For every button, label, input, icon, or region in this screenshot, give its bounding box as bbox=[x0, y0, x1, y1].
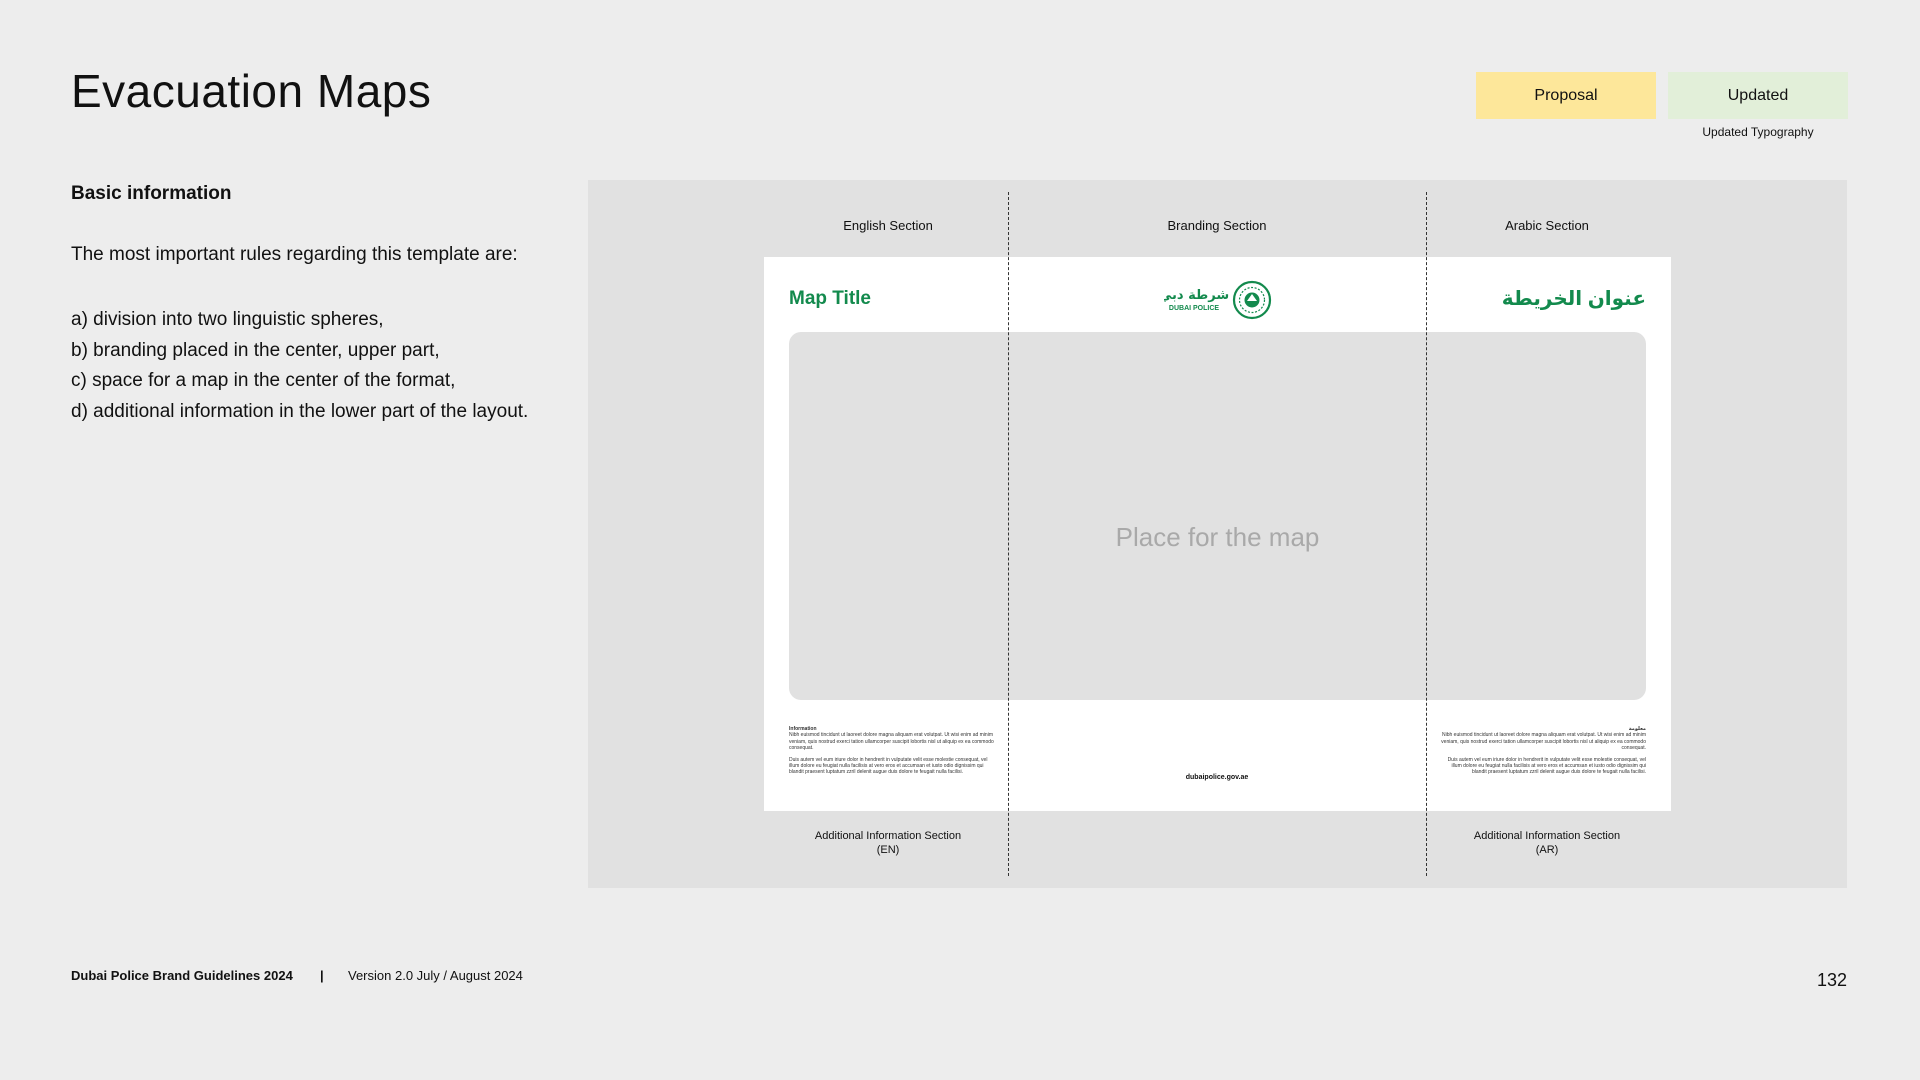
additional-info-en: Information Nibh euismod tincidunt ut la… bbox=[789, 726, 994, 781]
police-emblem-icon bbox=[1232, 280, 1272, 320]
dubai-police-logo: شرطة دبي DUBAI POLICE bbox=[1164, 280, 1272, 320]
additional-info-ar: معلومة Nibh euismod tincidunt ut laoreet… bbox=[1441, 726, 1646, 781]
updated-note: Updated Typography bbox=[1702, 125, 1814, 139]
info-paragraph: Nibh euismod tincidunt ut laoreet dolore… bbox=[1441, 732, 1646, 752]
rule-item: a) division into two linguistic spheres, bbox=[71, 309, 384, 330]
rule-item: b) branding placed in the center, upper … bbox=[71, 339, 440, 361]
status-badge-proposal: Proposal bbox=[1476, 72, 1656, 119]
label-line: Additional Information Section bbox=[1473, 830, 1621, 842]
info-paragraph: Duis autem vel eum iriure dolor in hendr… bbox=[1447, 756, 1646, 776]
rules-intro: The most important rules regarding this … bbox=[71, 244, 518, 265]
english-section-label: English Section bbox=[843, 218, 933, 233]
additional-info-section-en-label: Additional Information Section (EN) bbox=[778, 829, 998, 857]
rule-item: c) space for a map in the center of the … bbox=[71, 370, 456, 391]
map-placeholder-text: Place for the map bbox=[1115, 522, 1320, 552]
logo-arabic-text: شرطة دبي bbox=[1164, 288, 1229, 303]
additional-info-section-ar-label: Additional Information Section (AR) bbox=[1437, 829, 1657, 857]
status-badge-updated: Updated bbox=[1668, 72, 1848, 119]
website-url: dubaipolice.gov.ae bbox=[1185, 774, 1249, 781]
arabic-section-label: Arabic Section bbox=[1505, 218, 1589, 233]
label-line: Additional Information Section bbox=[814, 830, 962, 842]
label-line: (AR) bbox=[1535, 844, 1559, 856]
section-divider-left bbox=[1008, 192, 1009, 876]
label-line: (EN) bbox=[876, 844, 900, 856]
map-title-en: Map Title bbox=[789, 288, 871, 309]
section-divider-right bbox=[1426, 192, 1427, 876]
info-paragraph: Duis autem vel eum iriure dolor in hendr… bbox=[789, 756, 988, 776]
section-heading: Basic information bbox=[71, 183, 232, 204]
page-title: Evacuation Maps bbox=[71, 65, 432, 117]
rules-list: a) division into two linguistic spheres,… bbox=[71, 305, 551, 427]
footer-version: Version 2.0 July / August 2024 bbox=[348, 968, 523, 983]
info-paragraph: Nibh euismod tincidunt ut laoreet dolore… bbox=[789, 732, 994, 752]
logo-english-text: DUBAI POLICE bbox=[1169, 305, 1220, 312]
map-title-ar: عنوان الخريطة bbox=[1501, 288, 1646, 310]
footer-separator: | bbox=[320, 968, 324, 983]
branding-section-label: Branding Section bbox=[1167, 218, 1267, 233]
footer-brand: Dubai Police Brand Guidelines 2024 bbox=[71, 968, 293, 983]
map-placeholder-area bbox=[789, 332, 1646, 700]
rule-item: d) additional information in the lower p… bbox=[71, 400, 529, 422]
page-number: 132 bbox=[1816, 970, 1847, 990]
